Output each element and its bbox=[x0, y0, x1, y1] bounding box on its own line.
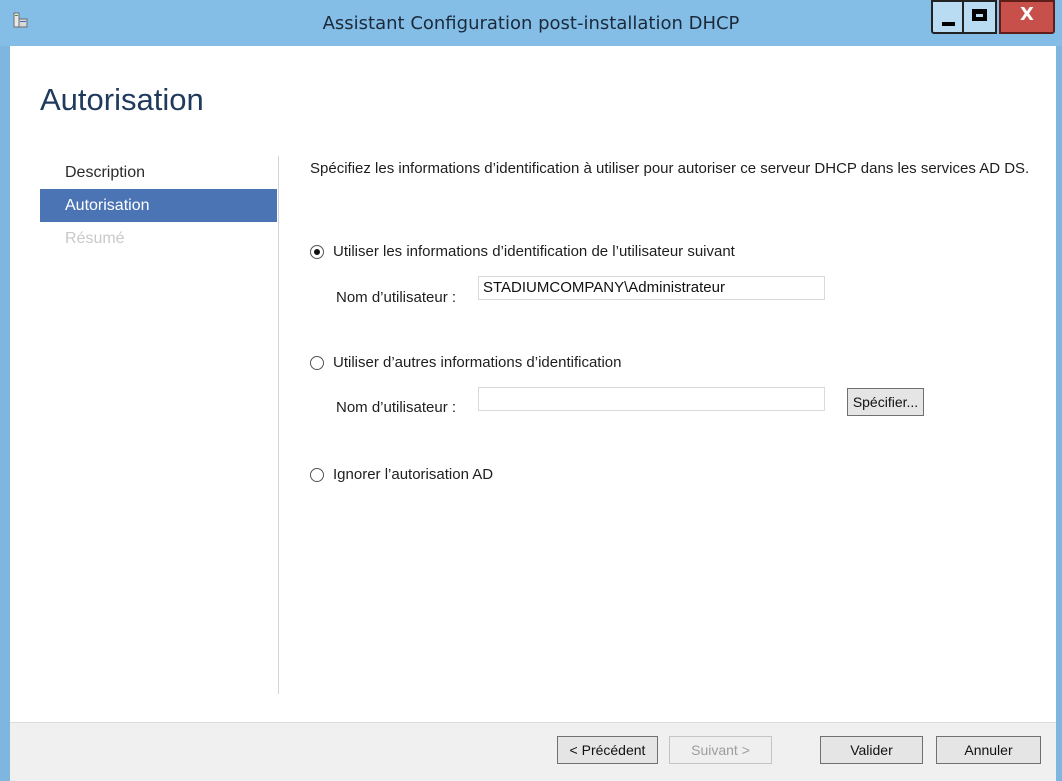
current-username-label: Nom d’utilisateur : bbox=[336, 289, 457, 306]
instruction-text: Spécifiez les informations d’identificat… bbox=[310, 160, 1030, 177]
maximize-button[interactable] bbox=[964, 0, 997, 34]
validate-button[interactable]: Valider bbox=[820, 736, 923, 764]
close-icon: X bbox=[1020, 4, 1034, 25]
radio-other-credentials-label[interactable]: Utiliser d’autres informations d’identif… bbox=[333, 354, 621, 371]
radio-row-current-user[interactable]: Utiliser les informations d’identificati… bbox=[310, 243, 735, 260]
radio-current-user[interactable] bbox=[310, 244, 324, 259]
nav-item-description[interactable]: Description bbox=[40, 156, 277, 189]
nav-item-resume: Résumé bbox=[65, 230, 125, 247]
title-bar[interactable]: Assistant Configuration post-installatio… bbox=[0, 0, 1062, 46]
wizard-client-area: Autorisation Description Autorisation Ré… bbox=[10, 46, 1056, 781]
other-username-label: Nom d’utilisateur : bbox=[336, 399, 457, 416]
maximize-icon bbox=[972, 9, 987, 21]
radio-current-user-label[interactable]: Utiliser les informations d’identificati… bbox=[333, 243, 735, 260]
next-button: Suivant > bbox=[669, 736, 772, 764]
close-button[interactable]: X bbox=[999, 0, 1055, 34]
radio-other-credentials[interactable] bbox=[310, 355, 324, 370]
minimize-icon bbox=[942, 22, 955, 26]
current-username-field[interactable]: STADIUMCOMPANY\Administrateur bbox=[478, 276, 825, 300]
radio-row-skip-authorization[interactable]: Ignorer l’autorisation AD bbox=[310, 466, 493, 483]
other-username-field[interactable] bbox=[478, 387, 825, 411]
cancel-button[interactable]: Annuler bbox=[936, 736, 1041, 764]
specify-button[interactable]: Spécifier... bbox=[847, 388, 924, 416]
nav-item-autorisation[interactable]: Autorisation bbox=[40, 189, 277, 222]
radio-skip-authorization[interactable] bbox=[310, 467, 324, 482]
nav-divider bbox=[278, 156, 279, 694]
wizard-nav: Description Autorisation Résumé bbox=[40, 156, 277, 255]
wizard-footer: < Précédent Suivant > Valider Annuler bbox=[10, 722, 1056, 781]
radio-skip-authorization-label[interactable]: Ignorer l’autorisation AD bbox=[333, 466, 493, 483]
page-title: Autorisation bbox=[40, 82, 204, 117]
radio-row-other-credentials[interactable]: Utiliser d’autres informations d’identif… bbox=[310, 354, 621, 371]
minimize-button[interactable] bbox=[931, 0, 964, 34]
previous-button[interactable]: < Précédent bbox=[557, 736, 658, 764]
window-title: Assistant Configuration post-installatio… bbox=[322, 13, 740, 34]
